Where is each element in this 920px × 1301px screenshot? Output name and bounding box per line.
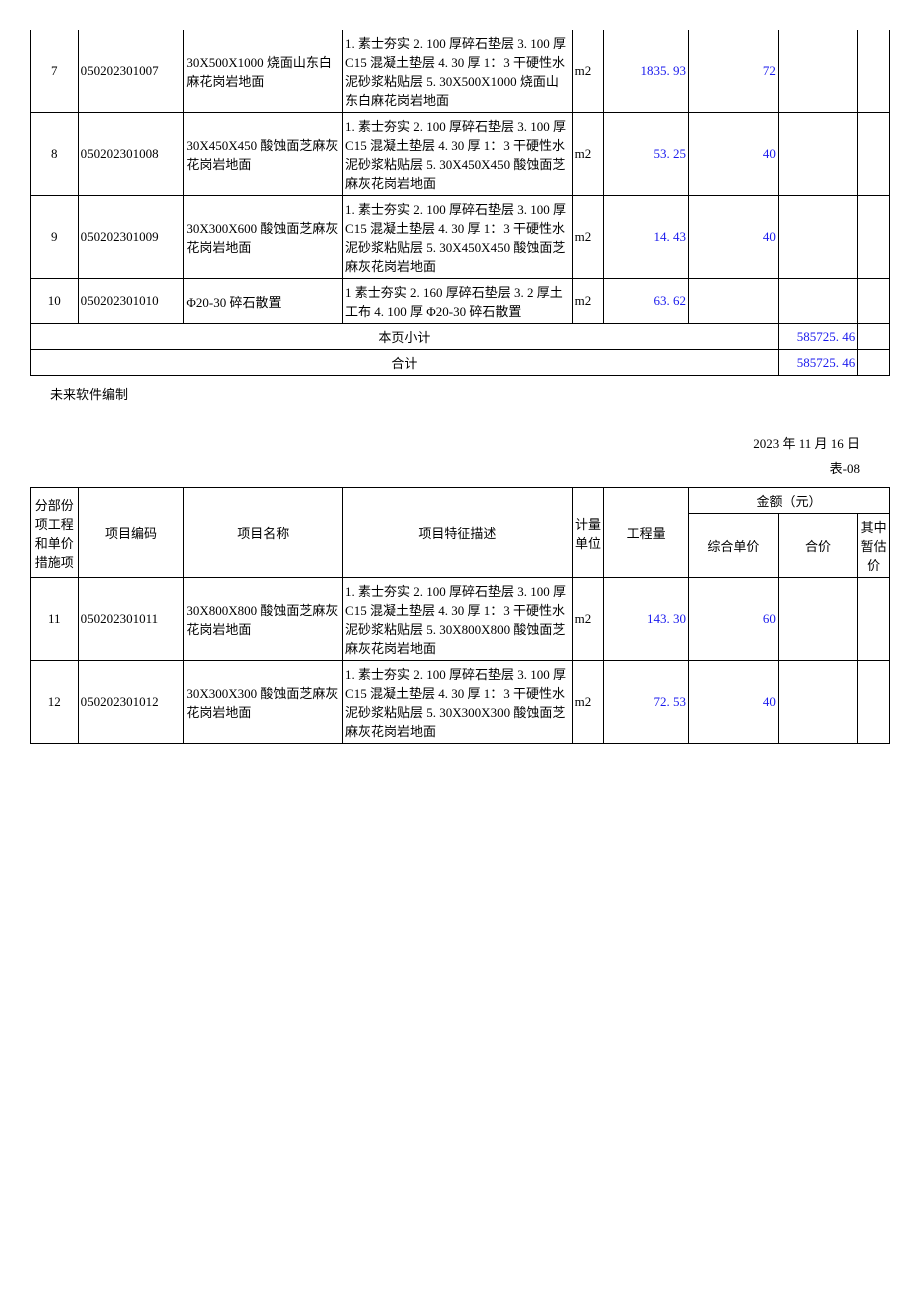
cell-qty: 72. 53 <box>604 661 689 744</box>
table-row: 8 050202301008 30X450X450 酸蚀面芝麻灰花岗岩地面 1.… <box>31 113 890 196</box>
cell-qty: 63. 62 <box>604 279 689 324</box>
subtotal-row: 本页小计 585725. 46 <box>31 324 890 350</box>
cell-unit: m2 <box>572 30 604 113</box>
cell-desc: 1. 素士夯实 2. 100 厚碎石垫层 3. 100 厚 C15 混凝土垫层 … <box>343 661 573 744</box>
cell-seq: 10 <box>31 279 79 324</box>
cell-seq: 11 <box>31 578 79 661</box>
header-row-1: 分部份项工程和单价措施项 项目编码 项目名称 项目特征描述 计量单位 工程量 金… <box>31 488 890 514</box>
boq-table-1: 7 050202301007 30X500X1000 烧面山东白麻花岗岩地面 1… <box>30 30 890 376</box>
cell-code: 050202301010 <box>78 279 184 324</box>
cell-unit: m2 <box>572 113 604 196</box>
cell-desc: 1. 素士夯实 2. 100 厚碎石垫层 3. 100 厚 C15 混凝土垫层 … <box>343 30 573 113</box>
cell-est <box>858 196 890 279</box>
cell-name: 30X300X600 酸蚀面芝麻灰花岗岩地面 <box>184 196 343 279</box>
cell-qty: 1835. 93 <box>604 30 689 113</box>
cell-desc: 1. 素士夯实 2. 100 厚碎石垫层 3. 100 厚 C15 混凝土垫层 … <box>343 113 573 196</box>
cell-unit: m2 <box>572 279 604 324</box>
table-number: 表-08 <box>30 458 890 477</box>
cell-unit: m2 <box>572 661 604 744</box>
cell-code: 050202301009 <box>78 196 184 279</box>
cell-total <box>778 661 857 744</box>
cell-est <box>858 578 890 661</box>
cell-name: 30X800X800 酸蚀面芝麻灰花岗岩地面 <box>184 578 343 661</box>
hdr-amount: 金额（元） <box>688 488 889 514</box>
cell-desc: 1. 素士夯实 2. 100 厚碎石垫层 3. 100 厚 C15 混凝土垫层 … <box>343 578 573 661</box>
cell-price: 40 <box>688 113 778 196</box>
cell-code: 050202301008 <box>78 113 184 196</box>
cell-qty: 143. 30 <box>604 578 689 661</box>
cell-total <box>778 196 857 279</box>
cell-est <box>858 661 890 744</box>
hdr-unit-price: 综合单价 <box>688 514 778 578</box>
hdr-desc: 项目特征描述 <box>343 488 573 578</box>
table-row: 11 050202301011 30X800X800 酸蚀面芝麻灰花岗岩地面 1… <box>31 578 890 661</box>
cell-empty <box>858 324 890 350</box>
cell-qty: 14. 43 <box>604 196 689 279</box>
table-row: 12 050202301012 30X300X300 酸蚀面芝麻灰花岗岩地面 1… <box>31 661 890 744</box>
cell-est <box>858 113 890 196</box>
boq-table-2: 分部份项工程和单价措施项 项目编码 项目名称 项目特征描述 计量单位 工程量 金… <box>30 487 890 744</box>
total-value: 585725. 46 <box>778 350 857 376</box>
cell-qty: 53. 25 <box>604 113 689 196</box>
cell-price: 40 <box>688 661 778 744</box>
hdr-code: 项目编码 <box>78 488 184 578</box>
cell-total <box>778 113 857 196</box>
hdr-section: 分部份项工程和单价措施项 <box>31 488 79 578</box>
hdr-name: 项目名称 <box>184 488 343 578</box>
cell-price: 60 <box>688 578 778 661</box>
cell-seq: 8 <box>31 113 79 196</box>
cell-name: Φ20-30 碎石散置 <box>184 279 343 324</box>
cell-est <box>858 30 890 113</box>
cell-seq: 7 <box>31 30 79 113</box>
hdr-unit: 计量单位 <box>572 488 604 578</box>
subtotal-label: 本页小计 <box>31 324 779 350</box>
cell-total <box>778 578 857 661</box>
cell-price: 72 <box>688 30 778 113</box>
hdr-qty: 工程量 <box>604 488 689 578</box>
cell-est <box>858 279 890 324</box>
cell-name: 30X500X1000 烧面山东白麻花岗岩地面 <box>184 30 343 113</box>
cell-code: 050202301011 <box>78 578 184 661</box>
table-row: 10 050202301010 Φ20-30 碎石散置 1 素士夯实 2. 16… <box>31 279 890 324</box>
cell-total <box>778 30 857 113</box>
subtotal-value: 585725. 46 <box>778 324 857 350</box>
cell-unit: m2 <box>572 578 604 661</box>
table-row: 9 050202301009 30X300X600 酸蚀面芝麻灰花岗岩地面 1.… <box>31 196 890 279</box>
cell-unit: m2 <box>572 196 604 279</box>
cell-name: 30X300X300 酸蚀面芝麻灰花岗岩地面 <box>184 661 343 744</box>
hdr-estimate: 其中暂估价 <box>858 514 890 578</box>
cell-seq: 9 <box>31 196 79 279</box>
total-label: 合计 <box>31 350 779 376</box>
cell-price: 40 <box>688 196 778 279</box>
hdr-total-price: 合价 <box>778 514 857 578</box>
cell-total <box>778 279 857 324</box>
document-date: 2023 年 11 月 16 日 <box>30 433 890 452</box>
cell-seq: 12 <box>31 661 79 744</box>
footer-note: 未来软件编制 <box>50 384 890 403</box>
cell-desc: 1. 素士夯实 2. 100 厚碎石垫层 3. 100 厚 C15 混凝土垫层 … <box>343 196 573 279</box>
cell-code: 050202301012 <box>78 661 184 744</box>
total-row: 合计 585725. 46 <box>31 350 890 376</box>
cell-name: 30X450X450 酸蚀面芝麻灰花岗岩地面 <box>184 113 343 196</box>
cell-price <box>688 279 778 324</box>
cell-desc: 1 素士夯实 2. 160 厚碎石垫层 3. 2 厚土工布 4. 100 厚 Φ… <box>343 279 573 324</box>
cell-empty <box>858 350 890 376</box>
cell-code: 050202301007 <box>78 30 184 113</box>
table-row: 7 050202301007 30X500X1000 烧面山东白麻花岗岩地面 1… <box>31 30 890 113</box>
